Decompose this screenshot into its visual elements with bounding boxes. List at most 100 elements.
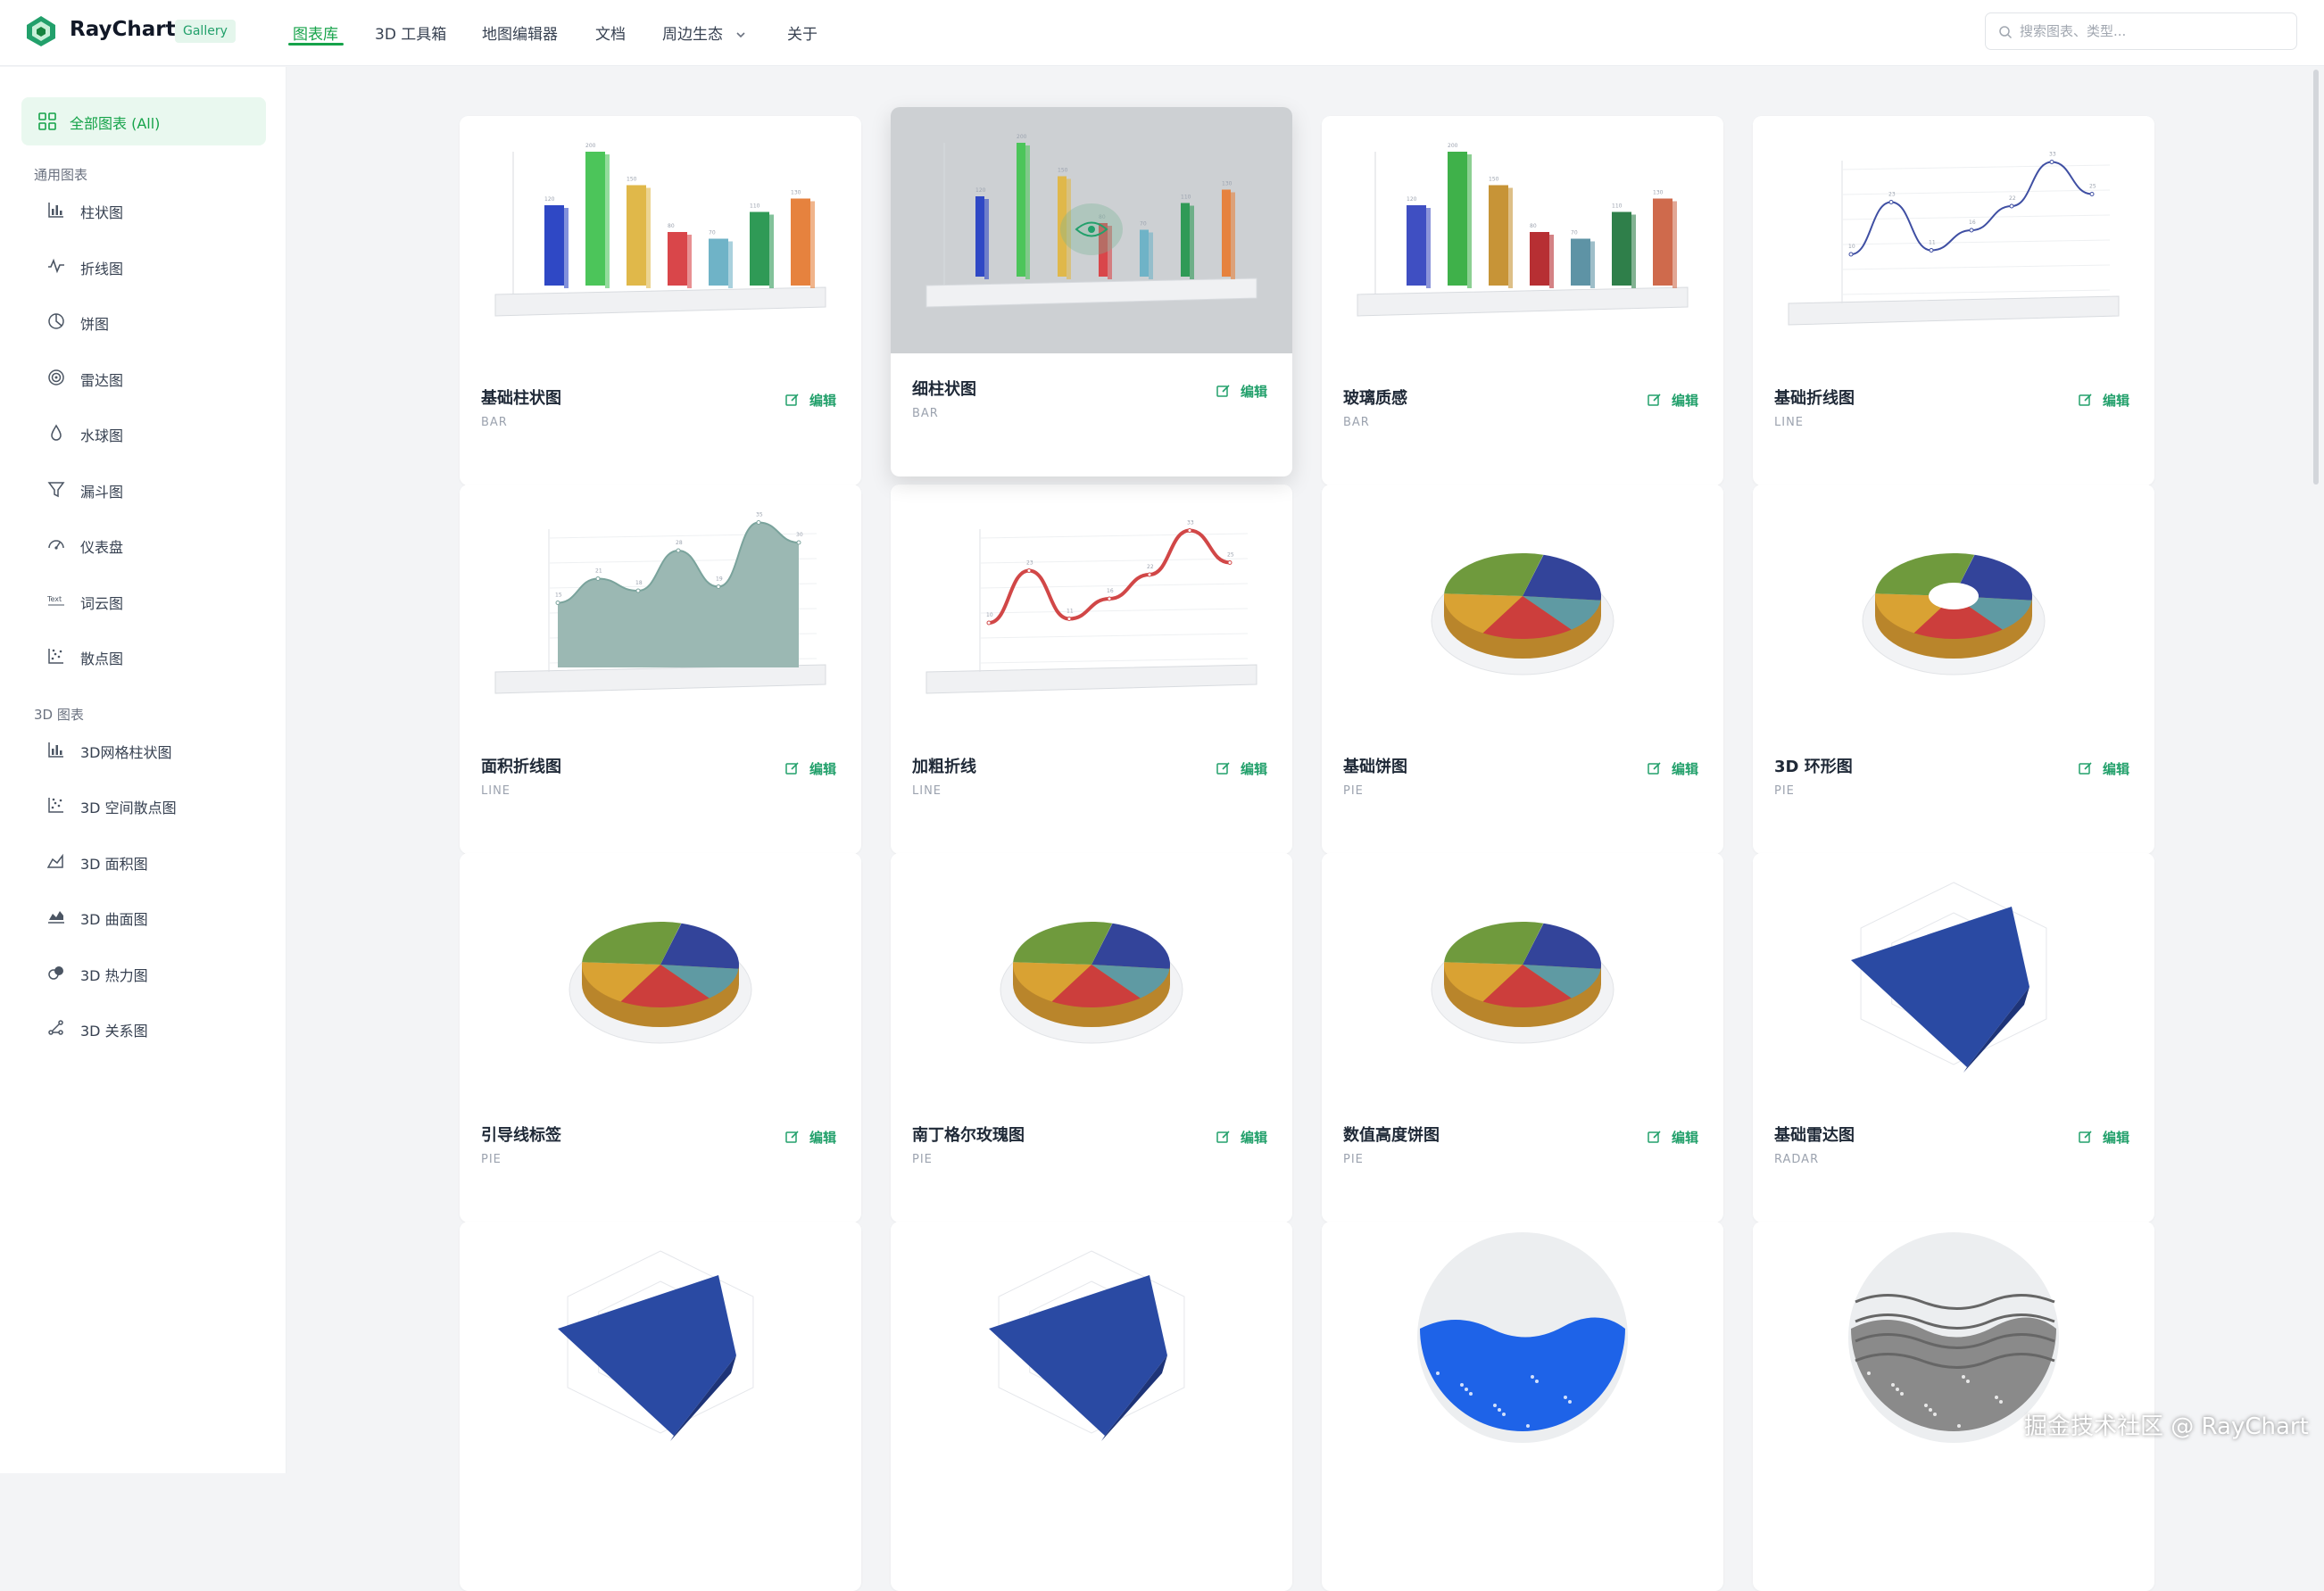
- sidebar-item-surface-chart[interactable]: 3D 曲面图: [46, 902, 270, 931]
- chart-thumbnail[interactable]: 10 23 11 16 22 33 25: [891, 485, 1292, 731]
- sidebar-item-radar-chart[interactable]: 雷达图: [46, 363, 270, 392]
- sidebar-item-funnel[interactable]: 漏斗图: [46, 475, 270, 503]
- chart-card[interactable]: 3D 环形图 PIE 编辑: [1753, 485, 2154, 854]
- nav-3d-toolbox[interactable]: 3D 工具箱: [375, 21, 446, 44]
- edit-button[interactable]: 编辑: [784, 1126, 840, 1148]
- edit-button[interactable]: 编辑: [1216, 1126, 1271, 1148]
- chart-card[interactable]: [1753, 1222, 2154, 1591]
- scrollbar-thumb[interactable]: [2313, 70, 2319, 485]
- chart-card[interactable]: [1322, 1222, 1723, 1591]
- sidebar-item-bar-chart[interactable]: 柱状图: [46, 195, 270, 224]
- sidebar-item-wordcloud[interactable]: Text 词云图: [46, 586, 270, 615]
- edit-label: 编辑: [1672, 1130, 1699, 1146]
- chart-card[interactable]: 10 23 11 16 22 33 25 加粗折线 LINE 编辑: [891, 485, 1292, 854]
- chart-thumbnail[interactable]: 10 23 11 16 22 33 25: [1753, 116, 2154, 362]
- edit-icon: [1648, 1131, 1661, 1143]
- search-input[interactable]: [2020, 21, 2278, 41]
- chart-preview: [1851, 882, 2047, 1073]
- bubble-dot: [1962, 1375, 1965, 1379]
- chart-thumbnail[interactable]: [1753, 853, 2154, 1099]
- chart-thumbnail[interactable]: 120 200 150 80 70 110 130: [1322, 116, 1723, 362]
- chart-thumbnail[interactable]: [1322, 1222, 1723, 1468]
- nav-chart-library[interactable]: 图表库: [293, 21, 338, 44]
- edit-label: 编辑: [809, 393, 837, 409]
- chart-thumbnail[interactable]: [460, 1222, 861, 1468]
- bar-side: [810, 201, 815, 288]
- edit-button[interactable]: 编辑: [1216, 380, 1271, 402]
- bar-value-label: 200: [1017, 134, 1027, 140]
- sidebar-item-water-drop[interactable]: 水球图: [46, 418, 270, 447]
- chart-card[interactable]: 10 23 11 16 22 33 25 基础折线图 LINE 编辑: [1753, 116, 2154, 485]
- chart-card[interactable]: 120 200 150 80 70 110 130 基础柱状图 BAR 编辑: [460, 116, 861, 485]
- chart-thumbnail[interactable]: [460, 853, 861, 1099]
- sidebar-item-area-chart[interactable]: 3D 面积图: [46, 847, 270, 875]
- edit-button[interactable]: 编辑: [784, 389, 840, 410]
- chart-thumbnail[interactable]: [1753, 485, 2154, 731]
- card-type: BAR: [1343, 416, 1370, 429]
- nav-ecosystem[interactable]: 周边生态: [662, 21, 747, 44]
- edit-button[interactable]: 编辑: [1647, 758, 1702, 779]
- chart-card[interactable]: 基础饼图 PIE 编辑: [1322, 485, 1723, 854]
- edit-icon: [1216, 762, 1230, 775]
- search-box[interactable]: [1985, 12, 2297, 50]
- bar-side: [687, 235, 692, 288]
- card-title: 基础饼图: [1343, 758, 1407, 776]
- chart-card[interactable]: 120 200 150 80 70 110 130 细柱状图 BAR 编辑: [891, 107, 1292, 476]
- edit-button[interactable]: 编辑: [1647, 389, 1702, 410]
- edit-label: 编辑: [1241, 384, 1268, 400]
- chart-card[interactable]: 基础雷达图 RADAR 编辑: [1753, 853, 2154, 1222]
- sidebar-item-scatter[interactable]: 3D 空间散点图: [46, 791, 270, 819]
- chart-thumbnail[interactable]: [891, 1222, 1292, 1468]
- sidebar-group-title: 3D 图表: [34, 706, 84, 723]
- chart-preview: 10 23 11 16 22 33 25: [925, 520, 1257, 694]
- line-point: [635, 588, 641, 593]
- sidebar-item-heatmap[interactable]: 3D 热力图: [46, 958, 270, 987]
- chart-card[interactable]: 引导线标签 PIE 编辑: [460, 853, 861, 1222]
- chart-thumbnail[interactable]: 15 21 18 28 19 35 30: [460, 485, 861, 731]
- chart-card[interactable]: 15 21 18 28 19 35 30 面积折线图 LINE 编辑: [460, 485, 861, 854]
- bar-mark: [791, 198, 810, 286]
- line-point: [986, 620, 992, 626]
- chart-thumbnail[interactable]: 120 200 150 80 70 110 130: [460, 116, 861, 362]
- chart-thumbnail[interactable]: [1322, 485, 1723, 731]
- sidebar-item-graph[interactable]: 3D 关系图: [46, 1014, 270, 1042]
- sidebar-item-bar-chart[interactable]: 3D网格柱状图: [46, 735, 270, 764]
- card-type: RADAR: [1774, 1153, 1820, 1166]
- sidebar-item-line-chart[interactable]: 折线图: [46, 252, 270, 280]
- radar-area: [558, 1275, 736, 1436]
- point-value-label: 19: [716, 576, 723, 583]
- chart-card[interactable]: 数值高度饼图 PIE 编辑: [1322, 853, 1723, 1222]
- chart-card[interactable]: [891, 1222, 1292, 1591]
- nav-docs[interactable]: 文档: [595, 21, 626, 44]
- nav-about[interactable]: 关于: [787, 21, 818, 44]
- top-navigation-bar: RayChart Gallery 图表库 3D 工具箱 地图编辑器 文档 周边生…: [0, 0, 2324, 66]
- card-title: 细柱状图: [912, 380, 976, 399]
- line-point: [2089, 192, 2095, 196]
- bar-value-label: 200: [1448, 143, 1458, 149]
- chart-card[interactable]: [460, 1222, 861, 1591]
- card-title: 南丁格尔玫瑰图: [912, 1126, 1025, 1145]
- chart-thumbnail[interactable]: 120 200 150 80 70 110 130: [891, 107, 1292, 353]
- bubble-dot: [1493, 1404, 1497, 1407]
- edit-button[interactable]: 编辑: [2078, 1126, 2133, 1148]
- edit-button[interactable]: 编辑: [1647, 1126, 1702, 1148]
- chart-card[interactable]: 120 200 150 80 70 110 130 玻璃质感 BAR 编辑: [1322, 116, 1723, 485]
- edit-button[interactable]: 编辑: [2078, 758, 2133, 779]
- edit-button[interactable]: 编辑: [2078, 389, 2133, 410]
- chart-thumbnail[interactable]: [1322, 853, 1723, 1099]
- edit-button[interactable]: 编辑: [1216, 758, 1271, 779]
- point-value-label: 22: [2009, 195, 2016, 202]
- nav-map-editor[interactable]: 地图编辑器: [482, 21, 558, 44]
- edit-button[interactable]: 编辑: [784, 758, 840, 779]
- sidebar-item-all[interactable]: 全部图表 (All): [21, 97, 266, 145]
- app-name[interactable]: RayChart: [70, 18, 176, 41]
- preview-eye-icon[interactable]: [1060, 203, 1123, 255]
- chart-card[interactable]: 南丁格尔玫瑰图 PIE 编辑: [891, 853, 1292, 1222]
- bar-side: [1631, 214, 1636, 288]
- sidebar-item-scatter[interactable]: 散点图: [46, 642, 270, 670]
- sidebar-item-label: 柱状图: [80, 204, 124, 221]
- chart-thumbnail[interactable]: [891, 853, 1292, 1099]
- sidebar-item-gauge[interactable]: 仪表盘: [46, 530, 270, 559]
- point-value-label: 23: [1888, 192, 1896, 198]
- sidebar-item-pie-chart[interactable]: 饼图: [46, 307, 270, 336]
